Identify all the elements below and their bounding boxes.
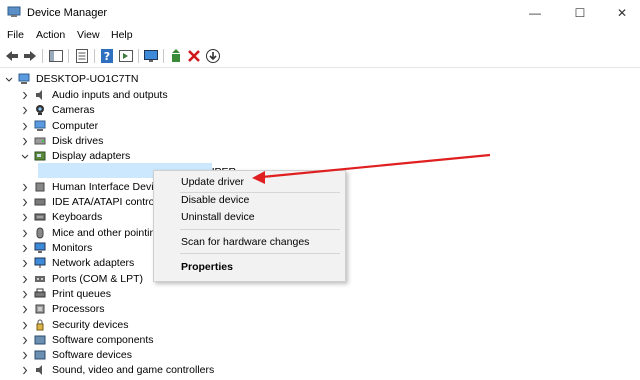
- tree-item-label: Computer: [52, 120, 99, 132]
- security-icon: [36, 319, 44, 331]
- menu-update-driver[interactable]: Update driver: [181, 176, 244, 188]
- menu-bar: File Action View Help: [0, 27, 640, 45]
- title-bar: Device Manager — ☐ ✕: [0, 0, 640, 26]
- tree-item-label: Network adapters: [52, 257, 135, 269]
- minimize-button[interactable]: —: [513, 0, 557, 26]
- show-action-pane-icon[interactable]: [118, 48, 134, 64]
- processor-icon: [35, 304, 45, 314]
- chevron-down-icon[interactable]: [4, 72, 14, 87]
- menu-view[interactable]: View: [77, 29, 100, 41]
- software-device-icon: [34, 350, 46, 360]
- menu-action[interactable]: Action: [36, 29, 65, 41]
- chevron-right-icon[interactable]: [20, 180, 30, 195]
- chevron-right-icon[interactable]: [20, 134, 30, 149]
- port-icon: [35, 276, 45, 282]
- tree-item-label: Software devices: [52, 349, 132, 361]
- printer-icon: [34, 288, 46, 298]
- menu-properties[interactable]: Properties: [181, 261, 233, 273]
- chevron-right-icon[interactable]: [20, 333, 30, 348]
- chevron-right-icon[interactable]: [20, 363, 30, 378]
- chevron-right-icon[interactable]: [20, 302, 30, 317]
- maximize-button[interactable]: ☐: [558, 0, 602, 26]
- update-driver-icon[interactable]: [205, 48, 221, 64]
- tree-item-label: Print queues: [52, 288, 111, 300]
- properties-icon[interactable]: [74, 48, 90, 64]
- menu-uninstall-device[interactable]: Uninstall device: [181, 211, 255, 223]
- tree-item-label: Display adapters: [52, 150, 131, 162]
- chevron-right-icon[interactable]: [20, 272, 30, 287]
- chevron-right-icon[interactable]: [20, 318, 30, 333]
- uninstall-device-icon[interactable]: [186, 48, 202, 64]
- chevron-right-icon[interactable]: [20, 119, 30, 134]
- menu-scan-hardware[interactable]: Scan for hardware changes: [181, 236, 309, 248]
- menu-disable-device[interactable]: Disable device: [181, 194, 249, 206]
- software-component-icon: [34, 335, 46, 345]
- keyboard-icon: [34, 213, 46, 221]
- chevron-right-icon[interactable]: [20, 103, 30, 118]
- chevron-right-icon[interactable]: [20, 226, 30, 241]
- chevron-right-icon[interactable]: [20, 241, 30, 256]
- tree-item-label: Processors: [52, 303, 105, 315]
- menu-help[interactable]: Help: [111, 29, 133, 41]
- tree-root-label: DESKTOP-UO1C7TN: [36, 73, 139, 85]
- context-menu: Update driver Disable device Uninstall d…: [153, 170, 346, 282]
- disk-icon: [34, 137, 46, 145]
- monitor-icon[interactable]: [143, 48, 159, 64]
- network-icon: [34, 257, 46, 268]
- chevron-down-icon[interactable]: [20, 149, 30, 164]
- mouse-icon: [36, 227, 44, 239]
- chevron-right-icon[interactable]: [20, 287, 30, 302]
- help-icon[interactable]: ?: [99, 48, 115, 64]
- tree-item-label: Keyboards: [52, 211, 103, 223]
- speaker-icon: [36, 90, 42, 100]
- show-hide-console-tree-icon[interactable]: [48, 48, 64, 64]
- ide-controller-icon: [34, 198, 46, 206]
- svg-text:?: ?: [104, 50, 110, 63]
- forward-icon[interactable]: [22, 48, 38, 64]
- chevron-right-icon[interactable]: [20, 348, 30, 363]
- close-button[interactable]: ✕: [600, 0, 640, 26]
- computer-icon: [34, 120, 46, 131]
- tree-item-label: Security devices: [52, 319, 129, 331]
- hid-icon: [35, 182, 45, 192]
- tree-item-label: Audio inputs and outputs: [52, 89, 168, 101]
- chevron-right-icon[interactable]: [20, 88, 30, 103]
- toolbar: ?: [0, 45, 640, 68]
- enable-device-icon[interactable]: [168, 48, 184, 64]
- sound-icon: [36, 365, 42, 375]
- tree-item-label: Disk drives: [52, 135, 104, 147]
- tree-item-label: Sound, video and game controllers: [52, 364, 215, 376]
- chevron-right-icon[interactable]: [20, 195, 30, 210]
- tree-item-label: Ports (COM & LPT): [52, 273, 144, 285]
- camera-icon: [36, 105, 44, 115]
- tree-item-label: Software components: [52, 334, 154, 346]
- display-adapter-icon: [34, 151, 46, 161]
- chevron-right-icon[interactable]: [20, 210, 30, 225]
- chevron-right-icon[interactable]: [20, 256, 30, 271]
- menu-file[interactable]: File: [7, 29, 24, 41]
- back-icon[interactable]: [4, 48, 20, 64]
- computer-icon: [18, 73, 30, 84]
- tree-item-label: Cameras: [52, 104, 95, 116]
- device-manager-icon: [7, 6, 21, 17]
- monitor-icon: [34, 242, 46, 253]
- window-title: Device Manager: [27, 7, 108, 19]
- tree-item-label: Monitors: [52, 242, 93, 254]
